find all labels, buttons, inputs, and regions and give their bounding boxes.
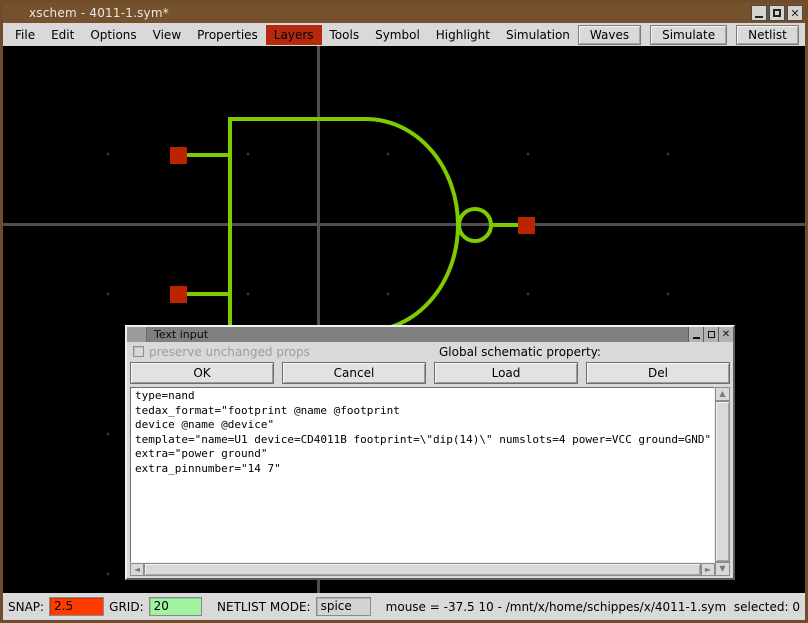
inversion-bubble[interactable] (459, 209, 491, 241)
menu-options[interactable]: Options (82, 25, 144, 45)
preserve-props-checkbox[interactable] (133, 346, 144, 357)
close-icon: ✕ (722, 330, 730, 340)
scroll-right-icon[interactable]: ► (701, 563, 715, 576)
text-input-dialog: Text input ✕ preserve unchanged props Gl… (125, 325, 735, 580)
pin-output[interactable] (518, 217, 535, 234)
gate-body-curve[interactable] (228, 119, 458, 331)
horizontal-scrollbar[interactable]: ◄ ► (130, 563, 715, 576)
ok-button[interactable]: OK (130, 362, 274, 384)
dialog-title: Text input (154, 328, 208, 341)
menubar: File Edit Options View Properties Layers… (3, 23, 805, 46)
dialog-option-row: preserve unchanged props Global schemati… (127, 342, 733, 361)
pin-input-b[interactable] (170, 286, 187, 303)
close-icon: ✕ (790, 8, 799, 19)
statusbar: SNAP: 2.5 GRID: 20 NETLIST MODE: spice m… (3, 593, 805, 620)
global-property-label: Global schematic property: (439, 345, 601, 359)
menu-layers[interactable]: Layers (266, 25, 322, 45)
vertical-scrollbar[interactable]: ▲ ▼ (715, 387, 730, 576)
xschem-window: xschem - 4011-1.sym* ✕ File Edit Options… (0, 0, 808, 623)
text-line: tedax_format="footprint @name @footprint (135, 404, 400, 417)
netlist-mode-label: NETLIST MODE: (217, 600, 311, 614)
grid-entry[interactable]: 20 (149, 597, 202, 616)
dialog-window-controls: ✕ (688, 327, 733, 342)
horizontal-scroll-thumb[interactable] (144, 563, 701, 576)
text-line: type=nand (135, 389, 195, 402)
window-title: xschem - 4011-1.sym* (29, 6, 169, 20)
preserve-props-label: preserve unchanged props (149, 345, 310, 359)
close-button[interactable]: ✕ (787, 5, 803, 21)
vertical-scroll-thumb[interactable] (715, 401, 730, 562)
simulate-button[interactable]: Simulate (650, 25, 727, 45)
scroll-left-icon[interactable]: ◄ (130, 563, 144, 576)
text-line: extra="power ground" (135, 447, 267, 460)
netlist-button[interactable]: Netlist (736, 25, 799, 45)
dialog-maximize-button[interactable] (703, 327, 718, 342)
netlist-mode-entry[interactable]: spice (316, 597, 371, 616)
waves-button[interactable]: Waves (578, 25, 641, 45)
dialog-body: type=nand tedax_format="footprint @name … (130, 387, 730, 576)
dialog-close-button[interactable]: ✕ (718, 327, 733, 342)
text-line: extra_pinnumber="14 7" (135, 462, 281, 475)
menu-properties[interactable]: Properties (189, 25, 266, 45)
maximize-icon (708, 331, 715, 338)
text-line: template="name=U1 device=CD4011B footpri… (135, 433, 711, 446)
pin-input-a[interactable] (170, 147, 187, 164)
window-controls: ✕ (751, 5, 803, 21)
dialog-window-menu-button[interactable] (127, 327, 147, 342)
menu-tools[interactable]: Tools (322, 25, 368, 45)
scroll-up-icon[interactable]: ▲ (715, 387, 730, 401)
scroll-down-icon[interactable]: ▼ (715, 562, 730, 576)
dialog-titlebar[interactable]: Text input ✕ (127, 327, 733, 342)
menu-simulation[interactable]: Simulation (498, 25, 578, 45)
minimize-button[interactable] (751, 5, 767, 21)
schematic-canvas[interactable]: Text input ✕ preserve unchanged props Gl… (3, 46, 805, 593)
menu-edit[interactable]: Edit (43, 25, 82, 45)
menu-symbol[interactable]: Symbol (367, 25, 428, 45)
text-line: device @name @device" (135, 418, 274, 431)
minimize-icon (755, 16, 763, 18)
property-text-editor[interactable]: type=nand tedax_format="footprint @name … (130, 387, 715, 563)
grid-label: GRID: (109, 600, 143, 614)
mouse-status-text: mouse = -37.5 10 - /mnt/x/home/schippes/… (386, 600, 800, 614)
load-button[interactable]: Load (434, 362, 578, 384)
minimize-icon (693, 337, 700, 339)
snap-label: SNAP: (8, 600, 44, 614)
menu-right-buttons: Waves Simulate Netlist Help (578, 25, 808, 45)
cancel-button[interactable]: Cancel (282, 362, 426, 384)
snap-entry[interactable]: 2.5 (49, 597, 104, 616)
window-titlebar[interactable]: xschem - 4011-1.sym* ✕ (3, 3, 805, 23)
del-button[interactable]: Del (586, 362, 730, 384)
menu-file[interactable]: File (7, 25, 43, 45)
maximize-button[interactable] (769, 5, 785, 21)
dialog-minimize-button[interactable] (688, 327, 703, 342)
dialog-button-row: OK Cancel Load Del (127, 361, 733, 386)
maximize-icon (773, 9, 781, 17)
menu-highlight[interactable]: Highlight (428, 25, 498, 45)
menu-view[interactable]: View (145, 25, 189, 45)
